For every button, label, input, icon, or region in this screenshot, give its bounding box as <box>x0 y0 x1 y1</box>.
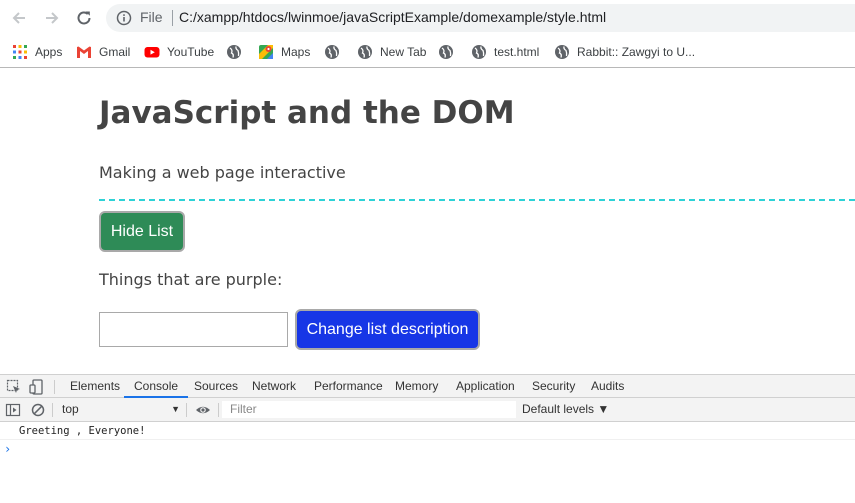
bookmarks-bar: Apps Gmail YouTube Maps New Tab test.htm… <box>0 36 855 68</box>
tab-application[interactable]: Application <box>456 375 515 398</box>
bookmark-globe-1[interactable] <box>226 42 242 62</box>
page-title: JavaScript and the DOM <box>99 95 515 131</box>
back-button[interactable] <box>7 6 31 30</box>
bookmark-test-html[interactable]: test.html <box>471 42 539 62</box>
bookmark-globe-2[interactable] <box>324 42 340 62</box>
dashed-divider <box>99 199 855 201</box>
log-levels-dropdown[interactable]: Default levels ▼ <box>522 401 609 418</box>
url-text[interactable]: C:/xampp/htdocs/lwinmoe/javaScriptExampl… <box>179 9 606 25</box>
toolbar-divider <box>186 403 187 417</box>
globe-icon <box>438 44 454 60</box>
bookmark-maps[interactable]: Maps <box>258 42 310 62</box>
show-sidebar-icon[interactable] <box>5 402 21 418</box>
inspect-element-icon[interactable] <box>6 379 22 395</box>
bookmark-label: Gmail <box>99 45 131 59</box>
bookmark-apps[interactable]: Apps <box>12 42 62 62</box>
devtools-panel: Elements Console Sources Network Perform… <box>0 374 855 503</box>
toolbar-divider <box>218 403 219 417</box>
tab-elements[interactable]: Elements <box>70 375 120 398</box>
bookmark-new-tab[interactable]: New Tab <box>357 42 426 62</box>
dropdown-arrow-icon: ▼ <box>171 404 180 414</box>
tab-console[interactable]: Console <box>123 375 189 398</box>
tab-audits[interactable]: Audits <box>591 375 624 398</box>
toolbar-divider <box>54 380 55 394</box>
context-value: top <box>62 402 79 416</box>
globe-icon <box>226 44 242 60</box>
address-bar-row: File C:/xampp/htdocs/lwinmoe/javaScriptE… <box>0 0 855 36</box>
youtube-icon <box>144 44 160 60</box>
tab-performance[interactable]: Performance <box>314 375 383 398</box>
bookmark-globe-3[interactable] <box>438 42 454 62</box>
globe-icon <box>554 44 570 60</box>
bookmark-label: YouTube <box>167 45 215 59</box>
console-toolbar: top ▼ Filter Default levels ▼ <box>0 398 855 422</box>
bookmark-label: New Tab <box>380 45 427 59</box>
tab-sources[interactable]: Sources <box>194 375 238 398</box>
console-filter-input[interactable]: Filter <box>222 401 516 418</box>
tab-security[interactable]: Security <box>532 375 575 398</box>
console-message: Greeting , Everyone! <box>0 422 855 440</box>
tab-network[interactable]: Network <box>252 375 296 398</box>
clear-console-icon[interactable] <box>30 402 46 418</box>
info-icon[interactable] <box>116 10 132 26</box>
list-description-input[interactable] <box>99 312 288 347</box>
change-list-description-button[interactable]: Change list description <box>295 309 480 350</box>
filter-placeholder: Filter <box>230 402 257 416</box>
bookmark-label: Maps <box>281 45 311 59</box>
bookmark-gmail[interactable]: Gmail <box>76 42 130 62</box>
forward-button[interactable] <box>40 6 64 30</box>
list-heading: Things that are purple: <box>99 270 283 289</box>
tab-memory[interactable]: Memory <box>395 375 438 398</box>
page-description: Making a web page interactive <box>99 163 346 182</box>
eye-icon[interactable] <box>195 402 211 418</box>
gmail-icon <box>76 44 92 60</box>
maps-icon <box>258 44 274 60</box>
device-toolbar-icon[interactable] <box>29 379 45 395</box>
arrow-left-icon <box>10 9 28 27</box>
bookmark-label: test.html <box>494 45 540 59</box>
devtools-tab-bar: Elements Console Sources Network Perform… <box>0 374 855 398</box>
bookmark-label: Apps <box>35 45 63 59</box>
console-prompt[interactable]: › <box>4 442 18 456</box>
bookmark-youtube[interactable]: YouTube <box>144 42 214 62</box>
globe-icon <box>471 44 487 60</box>
reload-button[interactable] <box>72 6 96 30</box>
address-bar[interactable]: File C:/xampp/htdocs/lwinmoe/javaScriptE… <box>106 4 855 32</box>
bookmark-rabbit[interactable]: Rabbit:: Zawgyi to U... <box>554 42 695 62</box>
bookmark-label: Rabbit:: Zawgyi to U... <box>577 45 696 59</box>
reload-icon <box>75 9 93 27</box>
scheme-label: File <box>140 9 163 25</box>
page-viewport: JavaScript and the DOM Making a web page… <box>0 69 855 374</box>
address-divider <box>172 10 173 26</box>
hide-list-button[interactable]: Hide List <box>99 211 185 252</box>
arrow-right-icon <box>43 9 61 27</box>
apps-grid-icon <box>12 44 28 60</box>
context-selector[interactable]: top ▼ <box>56 401 182 418</box>
globe-icon <box>324 44 340 60</box>
toolbar-divider <box>52 403 53 417</box>
globe-icon <box>357 44 373 60</box>
